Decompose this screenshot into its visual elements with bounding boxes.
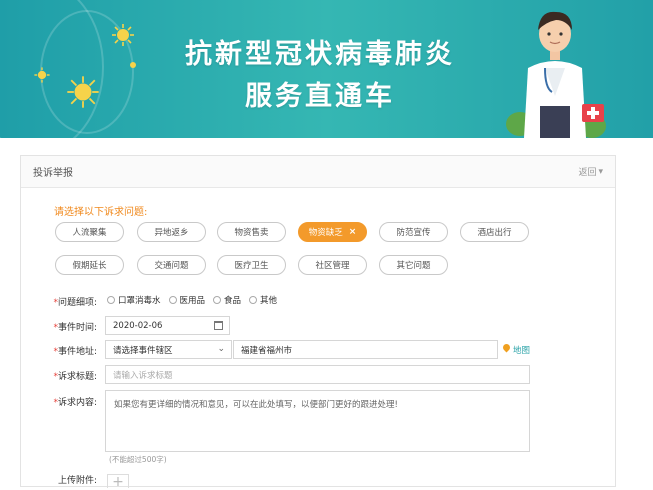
banner-title-line2: 服务直通车 — [245, 81, 395, 112]
plus-icon: + — [112, 474, 124, 490]
back-label: 返回 — [578, 168, 597, 178]
virus-icon — [67, 76, 99, 108]
tag-return-home[interactable]: 异地返乡 — [137, 222, 206, 242]
detail-radio-group: 口罩消毒水 医用品 食品 其他 — [107, 294, 277, 306]
issue-prompt: 请选择以下诉求问题: — [54, 207, 148, 218]
virus-icon — [112, 24, 134, 46]
tag-supplies-shortage[interactable]: 物资缺乏 × — [298, 222, 367, 242]
back-button[interactable]: 返回 ▾ — [578, 165, 603, 179]
radio-masks[interactable]: 口罩消毒水 — [107, 294, 161, 306]
district-select[interactable]: 请选择事件辖区 ⌄ — [105, 340, 232, 359]
event-date-input[interactable]: 2020-02-06 — [105, 316, 230, 335]
tag-prevention-publicity[interactable]: 防范宣传 — [379, 222, 448, 242]
tag-holiday-extension[interactable]: 假期延长 — [55, 255, 124, 275]
close-icon[interactable]: × — [349, 227, 357, 237]
banner-title-line1: 抗新型冠状病毒肺炎 — [185, 39, 455, 70]
radio-food[interactable]: 食品 — [213, 294, 241, 306]
chevron-down-icon: ⌄ — [217, 344, 225, 354]
panel-title: 投诉举报 — [33, 168, 73, 179]
content-limit-hint: (不能超过500字) — [109, 455, 167, 464]
address-input[interactable]: 福建省福州市 — [233, 340, 498, 359]
radio-medical-supplies[interactable]: 医用品 — [168, 294, 205, 306]
upload-label: 上传附件: — [57, 476, 97, 486]
virus-icon — [34, 67, 50, 83]
calendar-icon — [214, 321, 223, 330]
detail-label: *问题细项: — [53, 298, 97, 308]
upload-add-button[interactable]: + — [107, 474, 129, 490]
location-pin-icon[interactable] — [501, 342, 512, 353]
radio-circle — [213, 296, 222, 304]
tag-supplies-sale[interactable]: 物资售卖 — [217, 222, 286, 242]
radio-circle — [107, 296, 115, 304]
chevron-down-icon: ▾ — [598, 166, 603, 177]
subject-label: *诉求标题: — [53, 372, 97, 382]
content-label: *诉求内容: — [53, 398, 97, 408]
radio-circle — [249, 296, 258, 304]
tag-community[interactable]: 社区管理 — [298, 255, 367, 275]
tag-hotel-travel[interactable]: 酒店出行 — [460, 222, 529, 242]
tag-traffic[interactable]: 交通问题 — [137, 255, 206, 275]
header-banner: 抗新型冠状病毒肺炎 服务直通车 — [0, 0, 653, 138]
content-textarea[interactable]: 如果您有更详细的情况和意见，可以在此处填写，以便部门更好的跟进处理! — [105, 390, 530, 452]
tag-crowd-gathering[interactable]: 人流聚集 — [55, 222, 124, 242]
subject-input[interactable]: 请输入诉求标题 — [105, 365, 530, 384]
dot-decoration — [130, 62, 136, 68]
doctor-illustration — [506, 11, 606, 138]
location-label: *事件地址: — [53, 347, 97, 357]
panel-header: 投诉举报 返回 ▾ — [21, 156, 615, 188]
tag-other[interactable]: 其它问题 — [379, 255, 448, 275]
time-label: *事件时间: — [53, 323, 97, 333]
map-link[interactable]: 地图 — [513, 344, 530, 356]
radio-circle — [168, 296, 177, 304]
radio-other[interactable]: 其他 — [249, 294, 277, 306]
complaint-panel: 投诉举报 返回 ▾ 请选择以下诉求问题: 人流聚集 异地返乡 物资售卖 物资缺乏… — [20, 155, 616, 490]
tag-medical[interactable]: 医疗卫生 — [217, 255, 286, 275]
